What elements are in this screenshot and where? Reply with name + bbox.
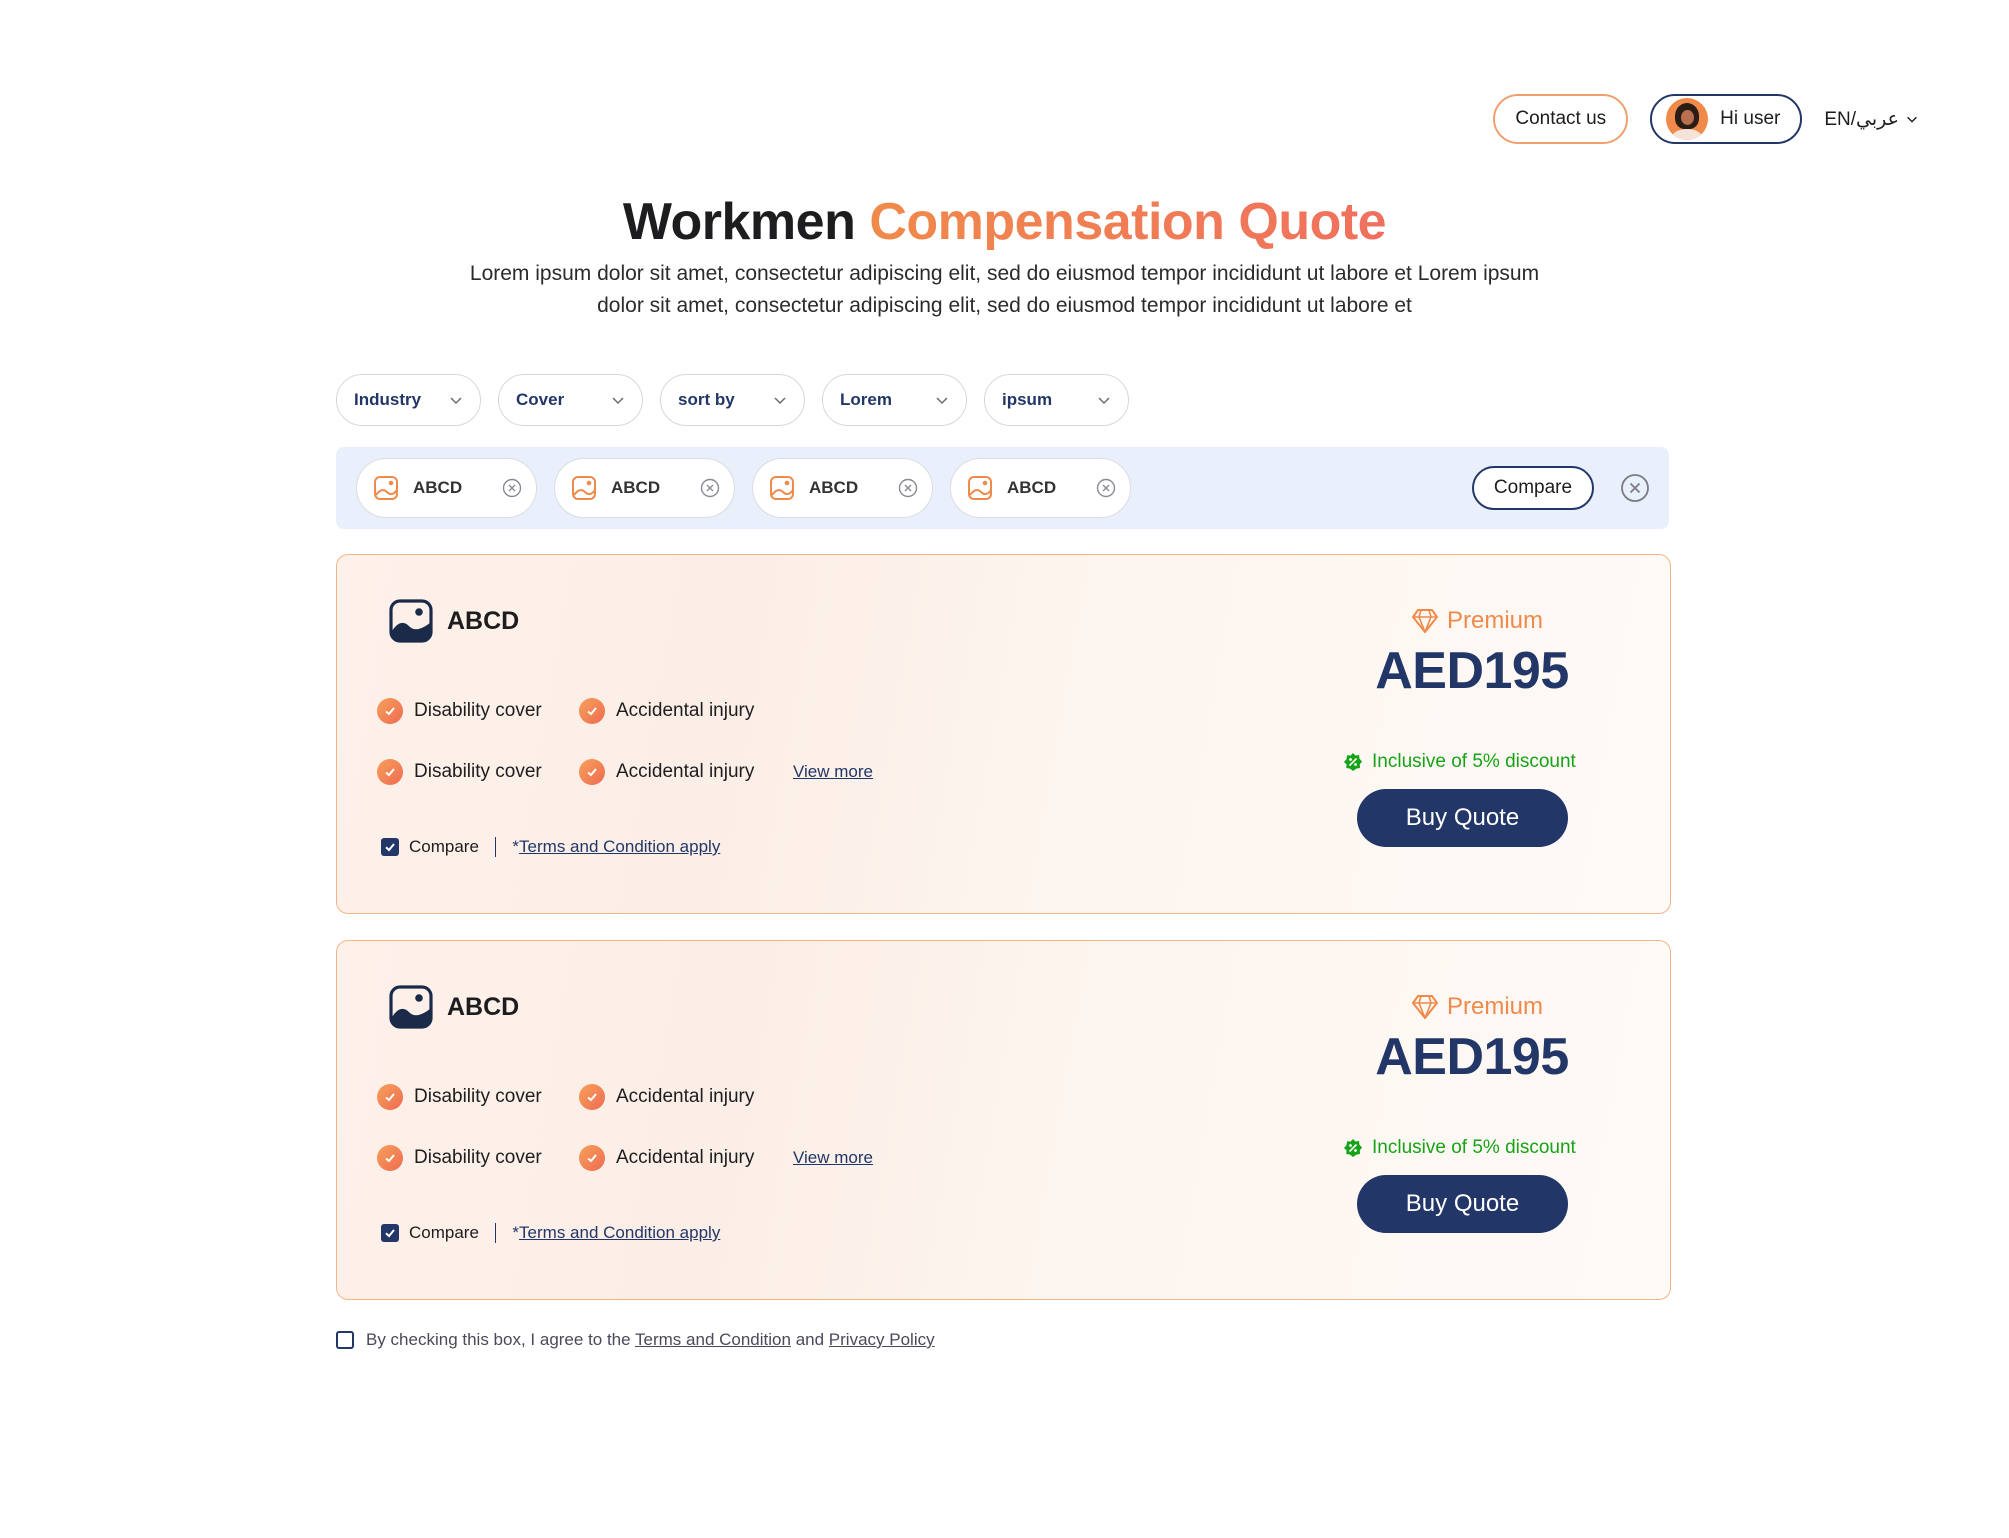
chevron-down-icon	[612, 397, 624, 405]
close-circle-icon[interactable]	[502, 478, 522, 498]
close-circle-icon[interactable]	[700, 478, 720, 498]
check-circle-icon	[377, 698, 403, 724]
terms-link[interactable]: Terms and Condition apply	[519, 1223, 720, 1242]
discount-badge-icon	[1344, 753, 1362, 771]
chevron-down-icon	[774, 397, 786, 405]
contact-us-button[interactable]: Contact us	[1493, 94, 1629, 144]
close-circle-icon[interactable]	[1620, 473, 1650, 503]
quote-card: ABCD Disability cover Accidental injury …	[336, 554, 1671, 914]
image-icon	[770, 476, 794, 500]
chevron-down-icon	[450, 397, 462, 405]
compare-checkbox[interactable]	[381, 1224, 399, 1242]
view-more-link[interactable]: View more	[793, 762, 873, 782]
image-icon	[374, 476, 398, 500]
page-title: Workmen Compensation Quote	[622, 193, 1387, 251]
close-circle-icon[interactable]	[898, 478, 918, 498]
provider-logo-icon	[389, 985, 433, 1029]
compare-chip: ABCD	[752, 458, 933, 518]
image-icon	[572, 476, 596, 500]
discount-badge-icon	[1344, 1139, 1362, 1157]
price-box: Premium AED195	[1337, 607, 1607, 701]
diamond-icon	[1411, 995, 1438, 1019]
view-more-link[interactable]: View more	[793, 1148, 873, 1168]
check-circle-icon	[377, 1084, 403, 1110]
discount-note: Inclusive of 5% discount	[1343, 1137, 1576, 1159]
compare-button[interactable]: Compare	[1472, 466, 1594, 510]
feature-item: Accidental injury	[579, 698, 793, 724]
feature-item: Accidental injury	[579, 1084, 793, 1110]
premium-label: Premium	[1347, 993, 1607, 1021]
provider-name: ABCD	[447, 606, 520, 635]
price-amount: AED195	[1375, 642, 1569, 700]
feature-item: Disability cover	[377, 1145, 579, 1171]
price-amount: AED195	[1375, 1028, 1569, 1086]
user-menu-button[interactable]: Hi user	[1650, 94, 1803, 144]
card-footer: Compare *Terms and Condition apply	[381, 1223, 720, 1243]
filter-cover[interactable]: Cover	[498, 374, 643, 426]
provider-name: ABCD	[447, 992, 520, 1021]
feature-item: Disability cover	[377, 698, 579, 724]
buy-quote-button[interactable]: Buy Quote	[1357, 1175, 1568, 1233]
divider	[494, 837, 497, 857]
feature-item: Disability cover	[377, 759, 579, 785]
terms-condition-link[interactable]: Terms and Condition	[635, 1330, 791, 1349]
filter-industry[interactable]: Industry	[336, 374, 481, 426]
compare-label: Compare	[409, 1223, 479, 1242]
feature-item: Disability cover	[377, 1084, 579, 1110]
check-circle-icon	[579, 759, 605, 785]
user-greeting: Hi user	[1720, 108, 1781, 129]
chevron-down-icon	[1098, 397, 1110, 405]
filter-bar: Industry Cover sort by Lorem ipsum	[336, 374, 1129, 426]
agreement: By checking this box, I agree to the Ter…	[336, 1330, 935, 1350]
check-circle-icon	[579, 1145, 605, 1171]
agreement-and: and	[795, 1330, 825, 1349]
feature-item: Accidental injury	[579, 759, 793, 785]
provider-logo-icon	[389, 599, 433, 643]
provider: ABCD	[389, 985, 519, 1029]
buy-quote-button[interactable]: Buy Quote	[1357, 789, 1568, 847]
discount-note: Inclusive of 5% discount	[1343, 751, 1576, 773]
check-circle-icon	[377, 759, 403, 785]
compare-tray: ABCD ABCD ABCD ABCD Compare	[336, 447, 1669, 529]
price-box: Premium AED195	[1337, 993, 1607, 1087]
compare-chip: ABCD	[950, 458, 1131, 518]
page-subtitle: Lorem ipsum dolor sit amet, consectetur …	[469, 262, 1540, 317]
compare-label: Compare	[409, 837, 479, 856]
avatar	[1666, 98, 1709, 140]
compare-checkbox[interactable]	[381, 838, 399, 856]
chevron-down-icon	[1907, 116, 1917, 123]
image-icon	[968, 476, 992, 500]
top-bar: Contact us Hi user EN/عربي	[1493, 94, 1919, 144]
check-circle-icon	[377, 1145, 403, 1171]
provider: ABCD	[389, 599, 519, 643]
divider	[494, 1223, 497, 1243]
feature-list: Disability cover Accidental injury Disab…	[377, 1083, 873, 1205]
terms-link[interactable]: Terms and Condition apply	[519, 837, 720, 856]
close-circle-icon[interactable]	[1096, 478, 1116, 498]
compare-chip: ABCD	[356, 458, 537, 518]
privacy-policy-link[interactable]: Privacy Policy	[829, 1330, 935, 1349]
premium-label: Premium	[1347, 607, 1607, 635]
quote-card: ABCD Disability cover Accidental injury …	[336, 940, 1671, 1300]
check-circle-icon	[579, 1084, 605, 1110]
filter-lorem[interactable]: Lorem	[822, 374, 967, 426]
check-circle-icon	[579, 698, 605, 724]
filter-sort-by[interactable]: sort by	[660, 374, 805, 426]
agreement-checkbox[interactable]	[336, 1331, 354, 1349]
filter-ipsum[interactable]: ipsum	[984, 374, 1129, 426]
feature-item: Accidental injury	[579, 1145, 793, 1171]
chevron-down-icon	[936, 397, 948, 405]
compare-chip: ABCD	[554, 458, 735, 518]
feature-list: Disability cover Accidental injury Disab…	[377, 697, 873, 819]
card-footer: Compare *Terms and Condition apply	[381, 837, 720, 857]
agreement-text: By checking this box, I agree to the	[366, 1330, 631, 1349]
language-label: EN/عربي	[1824, 108, 1899, 130]
language-switcher[interactable]: EN/عربي	[1824, 108, 1919, 131]
diamond-icon	[1411, 609, 1438, 633]
